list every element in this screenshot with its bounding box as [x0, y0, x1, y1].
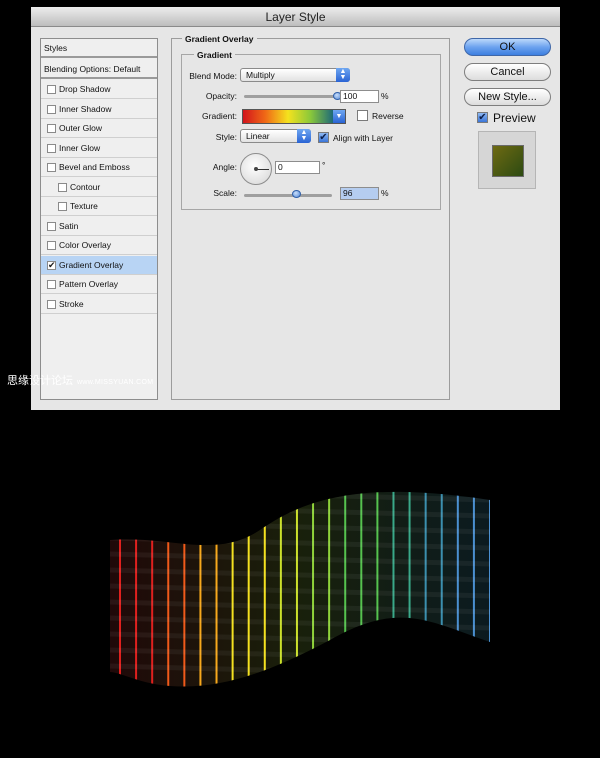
- ok-button[interactable]: OK: [464, 38, 551, 56]
- sidebar-item-satin[interactable]: Satin: [41, 217, 157, 236]
- opacity-slider[interactable]: [244, 95, 338, 98]
- preview-label: Preview: [493, 111, 536, 125]
- sidebar-item-inner-shadow[interactable]: Inner Shadow: [41, 100, 157, 119]
- sidebar-item-label: Pattern Overlay: [59, 279, 119, 289]
- styles-header[interactable]: Styles: [41, 39, 157, 58]
- opacity-field[interactable]: 100: [340, 90, 379, 103]
- sidebar-checkbox[interactable]: [47, 221, 56, 231]
- sidebar-item-label: Color Overlay: [59, 240, 111, 250]
- sidebar-checkbox[interactable]: [47, 241, 56, 250]
- sidebar-checkbox[interactable]: [47, 104, 56, 114]
- sidebar-item-label: Outer Glow: [59, 123, 102, 133]
- sidebar-checkbox[interactable]: [47, 299, 56, 309]
- sidebar-item-label: Stroke: [59, 298, 84, 309]
- blend-mode-select[interactable]: Multiply ▲ ▼: [240, 68, 350, 82]
- sidebar-item-outer-glow[interactable]: Outer Glow: [41, 119, 157, 138]
- sidebar-item-contour[interactable]: Contour: [41, 178, 157, 197]
- sidebar-item-label: Bevel and Emboss: [59, 162, 130, 172]
- sidebar-checkbox[interactable]: ✔: [47, 260, 56, 270]
- sidebar-item-texture[interactable]: Texture: [41, 197, 157, 216]
- sidebar-item-label: Gradient Overlay: [59, 259, 124, 270]
- sidebar-checkbox[interactable]: [47, 163, 56, 172]
- styles-list: Styles Blending Options: Default Drop Sh…: [40, 38, 158, 400]
- reverse-checkbox[interactable]: [357, 110, 368, 121]
- sidebar-item-label: Drop Shadow: [59, 84, 111, 94]
- chevron-updown-icon: ▲ ▼: [336, 68, 350, 82]
- sidebar-checkbox[interactable]: [58, 182, 67, 192]
- sidebar-item-label: Inner Glow: [59, 142, 101, 153]
- sidebar-item-label: Contour: [70, 181, 101, 192]
- sidebar-item-label: Satin: [59, 220, 79, 231]
- window-title: Layer Style: [31, 7, 560, 27]
- gradient-label: Gradient:: [202, 111, 237, 121]
- sidebar-item-label: Inner Shadow: [59, 103, 112, 114]
- cancel-button[interactable]: Cancel: [464, 63, 551, 81]
- section-title: Gradient Overlay: [182, 34, 257, 44]
- style-select[interactable]: Linear ▲ ▼: [240, 129, 311, 143]
- sidebar-item-color-overlay[interactable]: Color Overlay: [41, 236, 157, 255]
- sidebar-checkbox[interactable]: [47, 85, 56, 94]
- scale-slider-thumb[interactable]: [291, 190, 301, 198]
- preview-thumbnail: [478, 131, 536, 189]
- blend-mode-label: Blend Mode:: [189, 71, 237, 81]
- sidebar-checkbox[interactable]: [47, 143, 56, 153]
- sidebar-item-inner-glow[interactable]: Inner Glow: [41, 139, 157, 158]
- angle-unit: °: [322, 160, 326, 170]
- sidebar-checkbox[interactable]: [47, 280, 56, 289]
- angle-label: Angle:: [212, 162, 237, 172]
- sidebar-item-label: Texture: [70, 201, 98, 211]
- watermark: 思缘设计论坛 www.MISSYUAN.COM: [7, 372, 153, 388]
- style-value: Linear: [246, 131, 270, 141]
- sidebar-item-gradient-overlay[interactable]: ✔ Gradient Overlay: [41, 255, 157, 275]
- align-with-layer-label: Align with Layer: [333, 133, 394, 143]
- sidebar-item-pattern-overlay[interactable]: Pattern Overlay: [41, 275, 157, 294]
- group-title: Gradient: [194, 50, 235, 60]
- gradient-wave-artwork: [110, 491, 490, 687]
- sidebar-checkbox[interactable]: [58, 202, 67, 211]
- align-with-layer-checkbox[interactable]: ✔: [318, 132, 329, 143]
- sidebar-item-drop-shadow[interactable]: Drop Shadow: [41, 80, 157, 99]
- angle-dial[interactable]: [240, 153, 272, 185]
- blending-options-item[interactable]: Blending Options: Default: [41, 60, 157, 79]
- chevron-updown-icon: ▲ ▼: [297, 129, 311, 143]
- gradient-preview[interactable]: [243, 110, 333, 123]
- watermark-url: www.MISSYUAN.COM: [77, 379, 154, 386]
- scale-slider[interactable]: [244, 194, 332, 197]
- sidebar-checkbox[interactable]: [47, 124, 56, 133]
- angle-center: [254, 167, 258, 171]
- sidebar-item-stroke[interactable]: Stroke: [41, 295, 157, 314]
- opacity-unit: %: [381, 91, 389, 101]
- gradient-picker[interactable]: ▼: [242, 109, 346, 124]
- dropdown-arrow-icon[interactable]: ▼: [333, 110, 345, 123]
- scale-field[interactable]: 96: [340, 187, 379, 200]
- sidebar-item-bevel-and-emboss[interactable]: Bevel and Emboss: [41, 158, 157, 177]
- scale-label: Scale:: [213, 188, 237, 198]
- watermark-text: 思缘设计论坛: [7, 375, 73, 387]
- new-style-button[interactable]: New Style...: [464, 88, 551, 106]
- scale-unit: %: [381, 188, 389, 198]
- opacity-label: Opacity:: [205, 91, 237, 101]
- reverse-label: Reverse: [372, 111, 404, 121]
- blend-mode-value: Multiply: [246, 70, 275, 80]
- preview-checkbox[interactable]: ✔: [477, 112, 488, 123]
- style-label: Style:: [215, 132, 237, 142]
- angle-field[interactable]: 0: [275, 161, 320, 174]
- preview-swatch: [492, 145, 524, 177]
